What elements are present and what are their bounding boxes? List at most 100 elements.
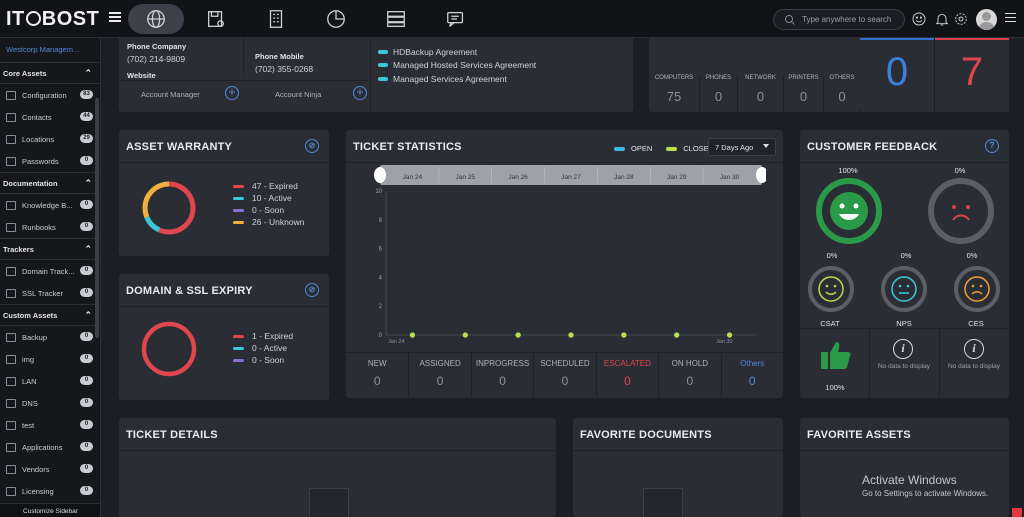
legend-swatch [233, 196, 244, 200]
sidebar-item-label: Runbooks [22, 222, 56, 232]
ticket-stat-assigned[interactable]: ASSIGNED 0 [408, 353, 470, 399]
sidebar-item[interactable]: Configuration 83 [0, 84, 100, 106]
chat-icon[interactable] [428, 4, 484, 34]
count-badge: 0 [80, 420, 93, 429]
date-range-select[interactable]: 7 Days Ago [708, 138, 776, 156]
divider [119, 80, 369, 81]
server-icon[interactable] [368, 4, 424, 34]
sidebar-item[interactable]: test 0 [0, 414, 100, 436]
sidebar-item[interactable]: LAN 0 [0, 370, 100, 392]
ces-face-icon[interactable] [954, 266, 1000, 312]
sidebar-section-header[interactable]: Core Assets ⌃ [0, 62, 100, 84]
asset-count-column[interactable]: PRINTERS 0 [783, 75, 823, 115]
bell-icon[interactable] [934, 11, 950, 27]
avatar[interactable] [976, 9, 997, 30]
sidebar-item[interactable]: Vendors 0 [0, 458, 100, 480]
favorite-assets-title: FAVORITE ASSETS [807, 429, 911, 441]
search-icon [785, 15, 795, 25]
customer-feedback-title: CUSTOMER FEEDBACK [807, 141, 938, 153]
divider [370, 38, 371, 112]
asset-warranty-title: ASSET WARRANTY [126, 141, 233, 153]
link-icon[interactable]: ⊘ [305, 283, 319, 297]
data-point-close [515, 332, 521, 338]
floppy-settings-icon[interactable] [188, 4, 244, 34]
customize-sidebar-button[interactable]: Customize Sidebar [0, 503, 100, 517]
sidebar-item[interactable]: Passwords 0 [0, 150, 100, 172]
ticket-stat-escalated[interactable]: ESCALATED 0 [595, 353, 658, 399]
building-icon[interactable] [248, 4, 304, 34]
sidebar-scrollbar[interactable] [95, 98, 99, 338]
csat-face-icon[interactable] [808, 266, 854, 312]
add-account-ninja-icon[interactable]: + [353, 86, 367, 100]
agreement-item[interactable]: Managed Hosted Services Agreement [378, 59, 536, 73]
warranty-donut [142, 181, 196, 235]
sidebar-item[interactable]: Backup 0 [0, 326, 100, 348]
sidebar-item-label: Vendors [22, 464, 50, 474]
hamburger-menu-icon[interactable] [109, 12, 121, 22]
ticket-stat-scheduled[interactable]: SCHEDULED 0 [533, 353, 595, 399]
open-swatch [614, 146, 625, 151]
menu-icon[interactable] [1005, 13, 1016, 22]
sidebar-item[interactable]: SSL Tracker 0 [0, 282, 100, 304]
favorite-assets-card: FAVORITE ASSETS [800, 418, 1009, 517]
link-icon[interactable]: ⊘ [305, 139, 319, 153]
search-input[interactable]: Type anywhere to search [773, 9, 905, 30]
divider [939, 328, 940, 398]
pie-chart-icon[interactable] [308, 4, 364, 34]
blue-count: 0 [885, 50, 909, 94]
blue-count-tile[interactable]: 0 [860, 38, 934, 112]
sidebar-item[interactable]: Domain Track... 0 [0, 260, 100, 282]
sidebar-item-label: Configuration [22, 90, 67, 100]
asset-count-label: PRINTERS [788, 75, 819, 81]
stat-label: ESCALATED [603, 359, 651, 368]
legend-item: 47 - Expired [233, 180, 304, 192]
asset-count-column[interactable]: COMPUTERS 75 [649, 75, 699, 115]
itboost-logo[interactable]: IT BOST [6, 8, 99, 31]
sidebar-section-header[interactable]: Documentation ⌃ [0, 172, 100, 194]
nps-face-icon[interactable] [881, 266, 927, 312]
smiley-icon[interactable] [911, 11, 927, 27]
add-account-manager-icon[interactable]: + [225, 86, 239, 100]
ticket-stat-on-hold[interactable]: ON HOLD 0 [658, 353, 720, 399]
sidebar-item[interactable]: Contacts 44 [0, 106, 100, 128]
agreement-item[interactable]: Managed Services Agreement [378, 72, 536, 86]
globe-icon[interactable] [128, 4, 184, 34]
sidebar-item[interactable]: Licensing 0 [0, 480, 100, 502]
red-count-tile[interactable]: 7 [935, 38, 1009, 112]
sidebar-item[interactable]: Knowledge B... 0 [0, 194, 100, 216]
sidebar-section-header[interactable]: Trackers ⌃ [0, 238, 100, 260]
stat-value: 0 [373, 374, 381, 388]
x-axis-label-start: Jan 24 [388, 339, 405, 345]
sidebar-item-label: SSL Tracker [22, 288, 63, 298]
gear-icon[interactable] [953, 11, 969, 27]
help-icon[interactable]: ? [985, 139, 999, 153]
sidebar-item[interactable]: Applications 0 [0, 436, 100, 458]
ticket-stat-new[interactable]: NEW 0 [346, 353, 408, 399]
ticket-stat-inprogress[interactable]: INPROGRESS 0 [470, 353, 533, 399]
chat-widget-icon[interactable] [1012, 508, 1022, 517]
sad-face-icon[interactable] [928, 178, 994, 244]
y-tick-label: 10 [375, 189, 382, 195]
account-name: Westcorp Managem... [6, 45, 80, 54]
legend-swatch [233, 184, 244, 188]
item-icon [6, 288, 16, 298]
sidebar-item-label: Licensing [22, 486, 54, 496]
sidebar-account[interactable]: Westcorp Managem... [0, 38, 100, 62]
sidebar-item[interactable]: Locations 29 [0, 128, 100, 150]
agreement-item[interactable]: HDBackup Agreement [378, 45, 536, 59]
sidebar-item[interactable]: img 0 [0, 348, 100, 370]
sidebar-section-header[interactable]: Custom Assets ⌃ [0, 304, 100, 326]
ticket-line-chart: Jan 24 Jan 25 Jan 26 Jan 27 Jan 28 Jan 29 Jan … [374, 165, 766, 345]
happy-face-icon[interactable] [816, 178, 882, 244]
ticket-stat-others[interactable]: Others 0 [720, 353, 783, 399]
chevron-up-icon: ⌃ [84, 177, 92, 188]
watermark-title: Activate Windows [862, 473, 957, 487]
count-badge: 29 [80, 134, 93, 143]
asset-count-column[interactable]: OTHERS 0 [823, 75, 860, 115]
sidebar-item[interactable]: Runbooks 0 [0, 216, 100, 238]
sidebar-item[interactable]: DNS 0 [0, 392, 100, 414]
section-title: Documentation [3, 178, 58, 188]
item-icon [6, 134, 16, 144]
asset-count-column[interactable]: NETWORK 0 [737, 75, 783, 115]
asset-count-column[interactable]: PHONES 0 [699, 75, 737, 115]
